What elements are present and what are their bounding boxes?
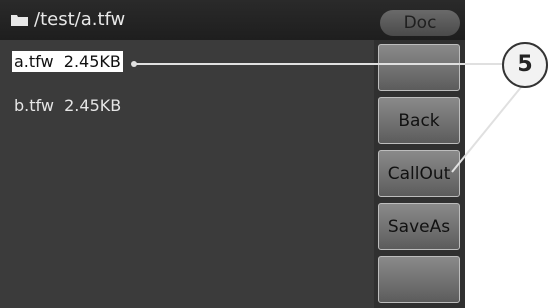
callout-number-badge: 5 bbox=[502, 42, 548, 88]
leader-dot bbox=[131, 61, 137, 67]
leader-line-to-callout-button bbox=[451, 85, 523, 173]
callout-leader-lines bbox=[131, 61, 523, 173]
